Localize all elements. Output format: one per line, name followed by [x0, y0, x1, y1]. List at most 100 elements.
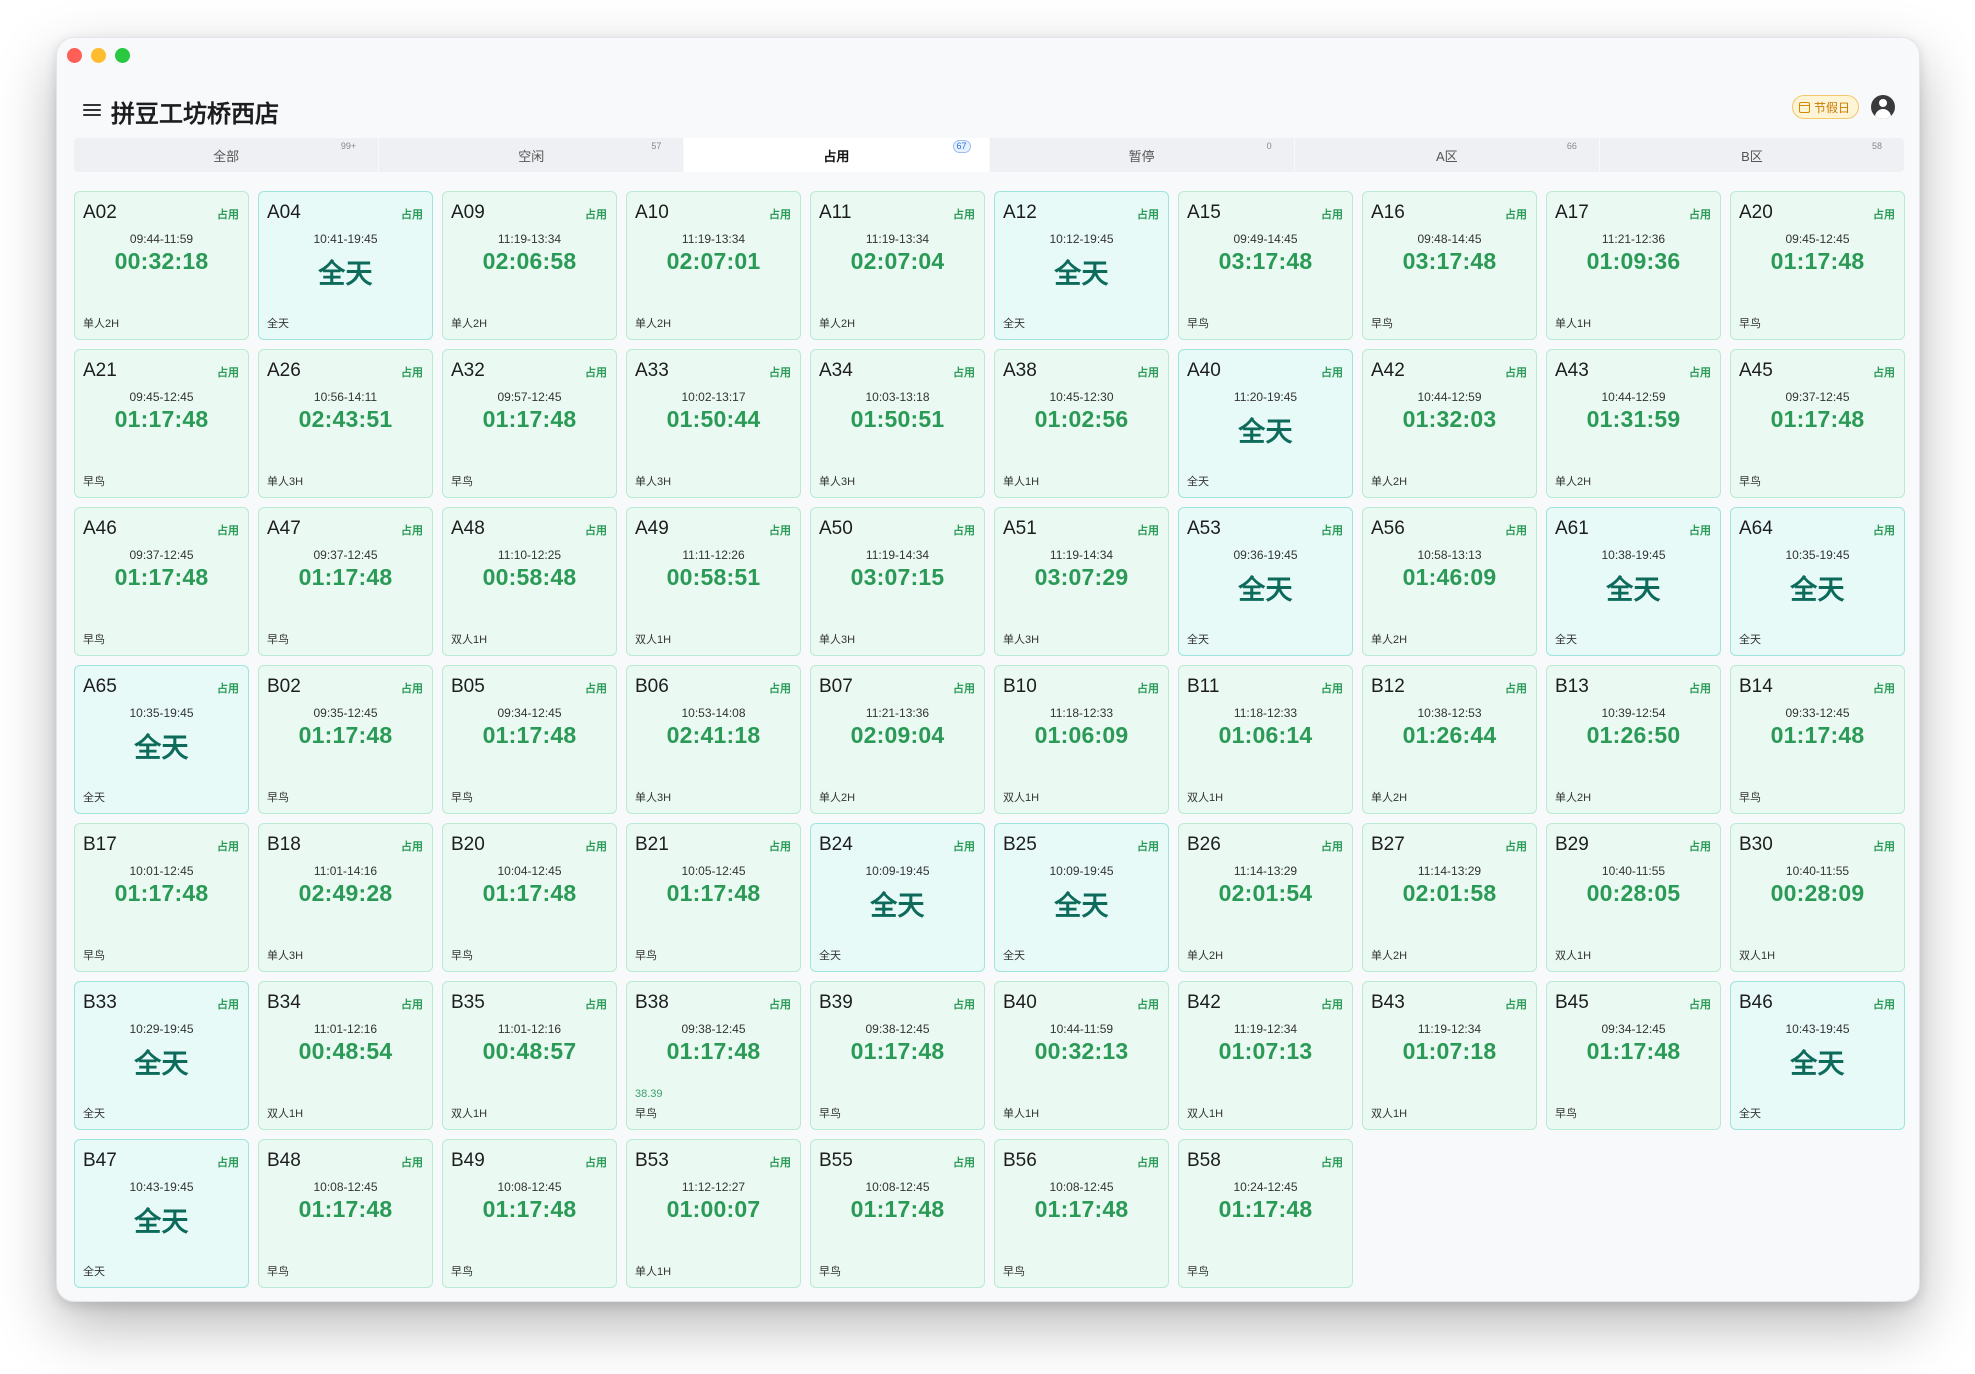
- time-range: 10:53-14:08: [681, 706, 746, 720]
- table-card[interactable]: B12 占用 10:38-12:53 01:26:44 单人2H: [1362, 665, 1537, 814]
- table-card[interactable]: B06 占用 10:53-14:08 02:41:18 单人3H: [626, 665, 801, 814]
- maximize-window-button[interactable]: [115, 48, 130, 63]
- tab-zone-a[interactable]: A区 66: [1295, 138, 1600, 172]
- table-card[interactable]: B55 占用 10:08-12:45 01:17:48 早鸟: [810, 1139, 985, 1288]
- table-card[interactable]: B30 占用 10:40-11:55 00:28:09 双人1H: [1730, 823, 1905, 972]
- table-card[interactable]: A11 占用 11:19-13:34 02:07:04 单人2H: [810, 191, 985, 340]
- table-card[interactable]: A10 占用 11:19-13:34 02:07:01 单人2H: [626, 191, 801, 340]
- table-card[interactable]: A20 占用 09:45-12:45 01:17:48 早鸟: [1730, 191, 1905, 340]
- table-card[interactable]: B29 占用 10:40-11:55 00:28:05 双人1H: [1546, 823, 1721, 972]
- table-card[interactable]: A38 占用 10:45-12:30 01:02:56 单人1H: [994, 349, 1169, 498]
- table-card[interactable]: B02 占用 09:35-12:45 01:17:48 早鸟: [258, 665, 433, 814]
- table-card[interactable]: B18 占用 11:01-14:16 02:49:28 单人3H: [258, 823, 433, 972]
- holiday-badge[interactable]: 节假日: [1791, 95, 1859, 119]
- package-label: 早鸟: [451, 950, 473, 962]
- status-badge: 占用: [585, 999, 607, 1011]
- table-card[interactable]: B34 占用 11:01-12:16 00:48:54 双人1H: [258, 981, 433, 1130]
- minimize-window-button[interactable]: [91, 48, 106, 63]
- table-card[interactable]: B56 占用 10:08-12:45 01:17:48 早鸟: [994, 1139, 1169, 1288]
- table-card[interactable]: A43 占用 10:44-12:59 01:31:59 单人2H: [1546, 349, 1721, 498]
- tab-occupied[interactable]: 占用 67: [684, 138, 990, 172]
- table-card[interactable]: A42 占用 10:44-12:59 01:32:03 单人2H: [1362, 349, 1537, 498]
- table-card[interactable]: B20 占用 10:04-12:45 01:17:48 早鸟: [442, 823, 617, 972]
- table-card[interactable]: A45 占用 09:37-12:45 01:17:48 早鸟: [1730, 349, 1905, 498]
- table-card[interactable]: B35 占用 11:01-12:16 00:48:57 双人1H: [442, 981, 617, 1130]
- tab-paused[interactable]: 暂停 0: [990, 138, 1295, 172]
- table-card[interactable]: B40 占用 10:44-11:59 00:32:13 单人1H: [994, 981, 1169, 1130]
- menu-icon[interactable]: [83, 102, 103, 118]
- table-card[interactable]: A04 占用 10:41-19:45 全天 全天: [258, 191, 433, 340]
- table-card[interactable]: A40 占用 11:20-19:45 全天 全天: [1178, 349, 1353, 498]
- table-card[interactable]: B14 占用 09:33-12:45 01:17:48 早鸟: [1730, 665, 1905, 814]
- table-card[interactable]: B33 占用 10:29-19:45 全天 全天: [74, 981, 249, 1130]
- table-card[interactable]: A53 占用 09:36-19:45 全天 全天: [1178, 507, 1353, 656]
- time-range: 10:08-12:45: [865, 1180, 930, 1194]
- table-card[interactable]: B39 占用 09:38-12:45 01:17:48 早鸟: [810, 981, 985, 1130]
- table-card[interactable]: B11 占用 11:18-12:33 01:06:14 双人1H: [1178, 665, 1353, 814]
- table-card[interactable]: A12 占用 10:12-19:45 全天 全天: [994, 191, 1169, 340]
- table-card[interactable]: B13 占用 10:39-12:54 01:26:50 单人2H: [1546, 665, 1721, 814]
- table-card[interactable]: A32 占用 09:57-12:45 01:17:48 早鸟: [442, 349, 617, 498]
- tab-all[interactable]: 全部 99+: [74, 138, 380, 172]
- table-card[interactable]: A56 占用 10:58-13:13 01:46:09 单人2H: [1362, 507, 1537, 656]
- table-id: A11: [819, 202, 852, 223]
- table-id: B21: [635, 834, 669, 855]
- tab-idle[interactable]: 空闲 57: [379, 138, 685, 172]
- table-card[interactable]: A21 占用 09:45-12:45 01:17:48 早鸟: [74, 349, 249, 498]
- table-card[interactable]: A09 占用 11:19-13:34 02:06:58 单人2H: [442, 191, 617, 340]
- table-card[interactable]: B27 占用 11:14-13:29 02:01:58 单人2H: [1362, 823, 1537, 972]
- table-id: B18: [267, 834, 301, 855]
- table-id: A15: [1187, 202, 1221, 223]
- table-card[interactable]: A65 占用 10:35-19:45 全天 全天: [74, 665, 249, 814]
- table-card[interactable]: B24 占用 10:09-19:45 全天 全天: [810, 823, 985, 972]
- table-card[interactable]: A15 占用 09:49-14:45 03:17:48 早鸟: [1178, 191, 1353, 340]
- table-card[interactable]: A17 占用 11:21-12:36 01:09:36 单人1H: [1546, 191, 1721, 340]
- close-window-button[interactable]: [67, 48, 82, 63]
- table-card[interactable]: B05 占用 09:34-12:45 01:17:48 早鸟: [442, 665, 617, 814]
- table-card[interactable]: B58 占用 10:24-12:45 01:17:48 早鸟: [1178, 1139, 1353, 1288]
- table-card[interactable]: B46 占用 10:43-19:45 全天 全天: [1730, 981, 1905, 1130]
- table-card[interactable]: B17 占用 10:01-12:45 01:17:48 早鸟: [74, 823, 249, 972]
- status-badge: 占用: [953, 367, 975, 379]
- table-card[interactable]: A33 占用 10:02-13:17 01:50:44 单人3H: [626, 349, 801, 498]
- table-card[interactable]: A16 占用 09:48-14:45 03:17:48 早鸟: [1362, 191, 1537, 340]
- table-card[interactable]: A61 占用 10:38-19:45 全天 全天: [1546, 507, 1721, 656]
- table-card[interactable]: B21 占用 10:05-12:45 01:17:48 早鸟: [626, 823, 801, 972]
- table-id: A12: [1003, 202, 1037, 223]
- table-card[interactable]: B48 占用 10:08-12:45 01:17:48 早鸟: [258, 1139, 433, 1288]
- table-id: A16: [1371, 202, 1405, 223]
- table-card[interactable]: B38 占用 09:38-12:45 01:17:48 38.39 早鸟: [626, 981, 801, 1130]
- time-range: 11:19-14:34: [1049, 548, 1114, 562]
- package-label: 单人2H: [451, 318, 488, 330]
- table-card[interactable]: B53 占用 11:12-12:27 01:00:07 单人1H: [626, 1139, 801, 1288]
- table-card[interactable]: A51 占用 11:19-14:34 03:07:29 单人3H: [994, 507, 1169, 656]
- time-range: 10:38-19:45: [1601, 548, 1666, 562]
- status-badge: 占用: [1689, 525, 1711, 537]
- package-label: 早鸟: [819, 1108, 841, 1120]
- status-badge: 占用: [1873, 683, 1895, 695]
- table-card[interactable]: A46 占用 09:37-12:45 01:17:48 早鸟: [74, 507, 249, 656]
- package-label: 单人1H: [1003, 1108, 1040, 1120]
- table-card[interactable]: A48 占用 11:10-12:25 00:58:48 双人1H: [442, 507, 617, 656]
- table-card[interactable]: A34 占用 10:03-13:18 01:50:51 单人3H: [810, 349, 985, 498]
- table-card[interactable]: A02 占用 09:44-11:59 00:32:18 单人2H: [74, 191, 249, 340]
- table-card[interactable]: B26 占用 11:14-13:29 02:01:54 单人2H: [1178, 823, 1353, 972]
- user-avatar-icon[interactable]: [1871, 95, 1895, 119]
- status-badge: 占用: [769, 683, 791, 695]
- tab-zone-b[interactable]: B区 58: [1600, 138, 1904, 172]
- table-card[interactable]: A26 占用 10:56-14:11 02:43:51 单人3H: [258, 349, 433, 498]
- table-card[interactable]: B49 占用 10:08-12:45 01:17:48 早鸟: [442, 1139, 617, 1288]
- table-id: A51: [1003, 518, 1037, 539]
- table-card[interactable]: B10 占用 11:18-12:33 01:06:09 双人1H: [994, 665, 1169, 814]
- table-card[interactable]: B43 占用 11:19-12:34 01:07:18 双人1H: [1362, 981, 1537, 1130]
- table-card[interactable]: B25 占用 10:09-19:45 全天 全天: [994, 823, 1169, 972]
- table-card[interactable]: A47 占用 09:37-12:45 01:17:48 早鸟: [258, 507, 433, 656]
- table-card[interactable]: A50 占用 11:19-14:34 03:07:15 单人3H: [810, 507, 985, 656]
- tab-count-badge: 0: [1266, 141, 1272, 151]
- table-card[interactable]: B47 占用 10:43-19:45 全天 全天: [74, 1139, 249, 1288]
- table-card[interactable]: B45 占用 09:34-12:45 01:17:48 早鸟: [1546, 981, 1721, 1130]
- table-card[interactable]: B07 占用 11:21-13:36 02:09:04 单人2H: [810, 665, 985, 814]
- table-card[interactable]: A49 占用 11:11-12:26 00:58:51 双人1H: [626, 507, 801, 656]
- table-card[interactable]: A64 占用 10:35-19:45 全天 全天: [1730, 507, 1905, 656]
- table-card[interactable]: B42 占用 11:19-12:34 01:07:13 双人1H: [1178, 981, 1353, 1130]
